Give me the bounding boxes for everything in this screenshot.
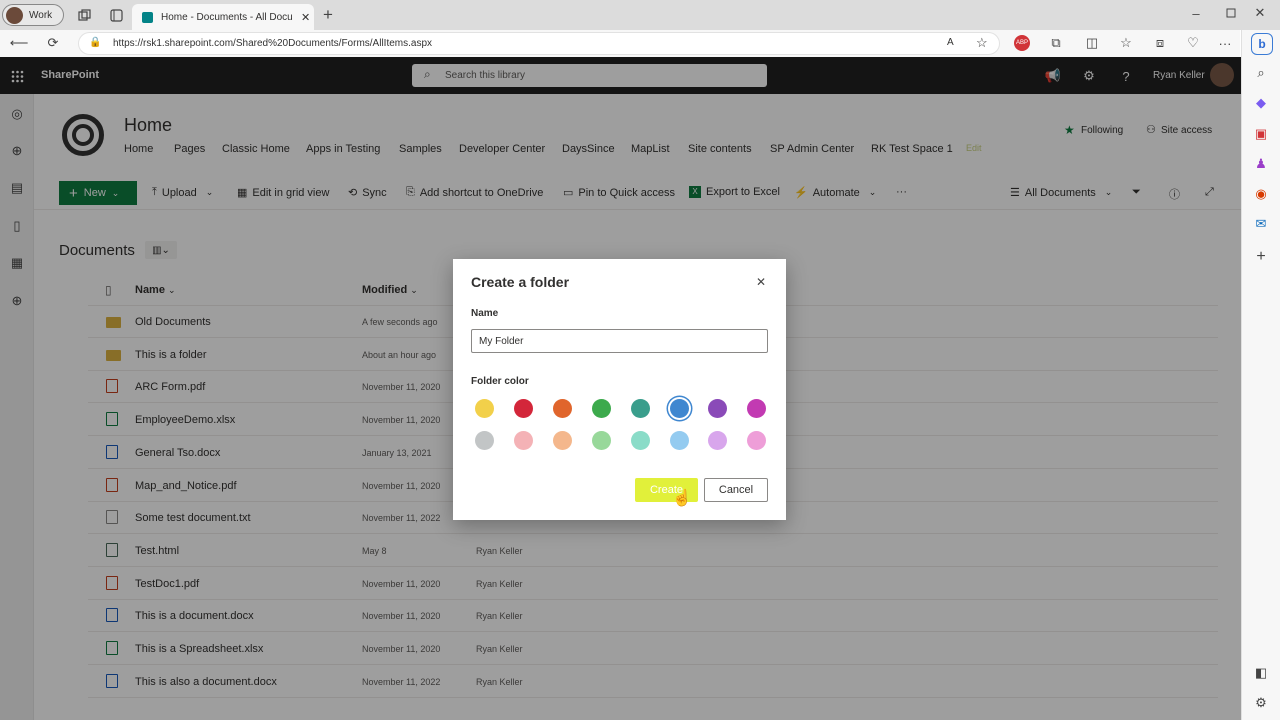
sidebar-toggle-icon[interactable]: ◧ (1253, 665, 1269, 681)
split-screen-icon[interactable]: ◫ (1083, 34, 1101, 52)
folder-color-swatch[interactable] (475, 431, 494, 450)
lock-icon: 🔒 (89, 37, 102, 48)
read-aloud-icon[interactable]: A (947, 37, 954, 48)
sidebar-office-icon[interactable]: ◉ (1253, 186, 1269, 202)
sidebar-search-icon[interactable]: ⌕ (1253, 65, 1269, 81)
sidebar-games-icon[interactable]: ♟ (1253, 156, 1269, 172)
profile-avatar (6, 6, 23, 24)
folder-color-swatch[interactable] (591, 431, 611, 450)
sidebar-shopping-icon[interactable]: ◆ (1253, 95, 1269, 111)
folder-name-input[interactable] (471, 329, 768, 353)
cancel-button[interactable]: Cancel (704, 478, 768, 502)
dialog-title: Create a folder (471, 274, 570, 290)
folder-color-swatch[interactable] (513, 399, 533, 418)
edge-sidebar: b ⌕ ◆ ▣ ♟ ◉ ✉ + ◧ ⚙ (1241, 30, 1280, 720)
tab-actions-icon[interactable] (108, 7, 124, 23)
favorite-star-icon[interactable]: ☆ (976, 35, 988, 51)
name-label: Name (471, 308, 499, 319)
create-folder-dialog: Create a folder ✕ Name Folder color Crea… (453, 259, 786, 520)
tab-active[interactable]: Home - Documents - All Documen ✕ (132, 4, 314, 30)
adblock-icon[interactable]: ABP (1014, 35, 1030, 51)
sidebar-add-icon[interactable]: + (1253, 248, 1269, 265)
folder-color-swatch[interactable] (747, 431, 767, 450)
tab-title: Home - Documents - All Documen (161, 11, 293, 23)
browser-menu-icon[interactable]: ··· (1216, 34, 1234, 52)
maximize-icon[interactable] (1221, 5, 1241, 21)
refresh-icon[interactable]: ⟳ (44, 34, 62, 52)
cancel-label: Cancel (718, 484, 754, 496)
folder-color-swatch[interactable] (552, 399, 572, 418)
folder-color-swatch[interactable] (708, 399, 728, 418)
folder-color-label: Folder color (471, 376, 529, 387)
collections-icon[interactable]: ⧈ (1151, 34, 1169, 52)
close-icon[interactable]: ✕ (756, 275, 766, 289)
extensions-icon[interactable]: ⧉ (1047, 34, 1065, 52)
workspaces-icon[interactable] (76, 7, 92, 23)
folder-color-swatch[interactable] (669, 431, 689, 450)
bing-icon[interactable]: b (1251, 33, 1273, 55)
close-tab-icon[interactable]: ✕ (301, 11, 310, 24)
folder-color-swatch-selected[interactable] (669, 399, 689, 418)
folder-color-swatch[interactable] (475, 399, 494, 418)
sidebar-tools-icon[interactable]: ▣ (1253, 126, 1269, 142)
minimize-icon[interactable]: – (1186, 5, 1206, 21)
new-tab-icon[interactable]: + (319, 5, 337, 24)
folder-color-swatch[interactable] (630, 431, 650, 450)
browser-tab-bar: Work Home - Documents - All Documen ✕ + … (0, 0, 1280, 30)
performance-icon[interactable]: ♡ (1184, 34, 1202, 52)
folder-color-swatch[interactable] (513, 431, 533, 450)
profile-button[interactable]: Work (2, 4, 64, 26)
profile-label: Work (29, 9, 53, 21)
mouse-cursor-icon: ☝ (672, 490, 692, 507)
sharepoint-favicon (142, 11, 153, 23)
folder-color-swatch[interactable] (591, 399, 611, 418)
back-icon[interactable]: ⟵ (10, 34, 29, 52)
url-text: https://rsk1.sharepoint.com/Shared%20Doc… (113, 38, 433, 49)
folder-color-swatch[interactable] (630, 399, 650, 418)
favorites-icon[interactable]: ☆ (1117, 34, 1135, 52)
sidebar-outlook-icon[interactable]: ✉ (1253, 216, 1269, 232)
sidebar-settings-icon[interactable]: ⚙ (1253, 695, 1269, 711)
close-window-icon[interactable]: ✕ (1250, 5, 1270, 21)
folder-color-swatch[interactable] (708, 431, 728, 450)
folder-color-swatch[interactable] (552, 431, 572, 450)
address-bar[interactable]: 🔒 https://rsk1.sharepoint.com/Shared%20D… (78, 32, 1000, 55)
folder-color-swatch[interactable] (747, 399, 767, 418)
browser-toolbar: ⟵ ⟳ 🔒 https://rsk1.sharepoint.com/Shared… (0, 30, 1240, 57)
